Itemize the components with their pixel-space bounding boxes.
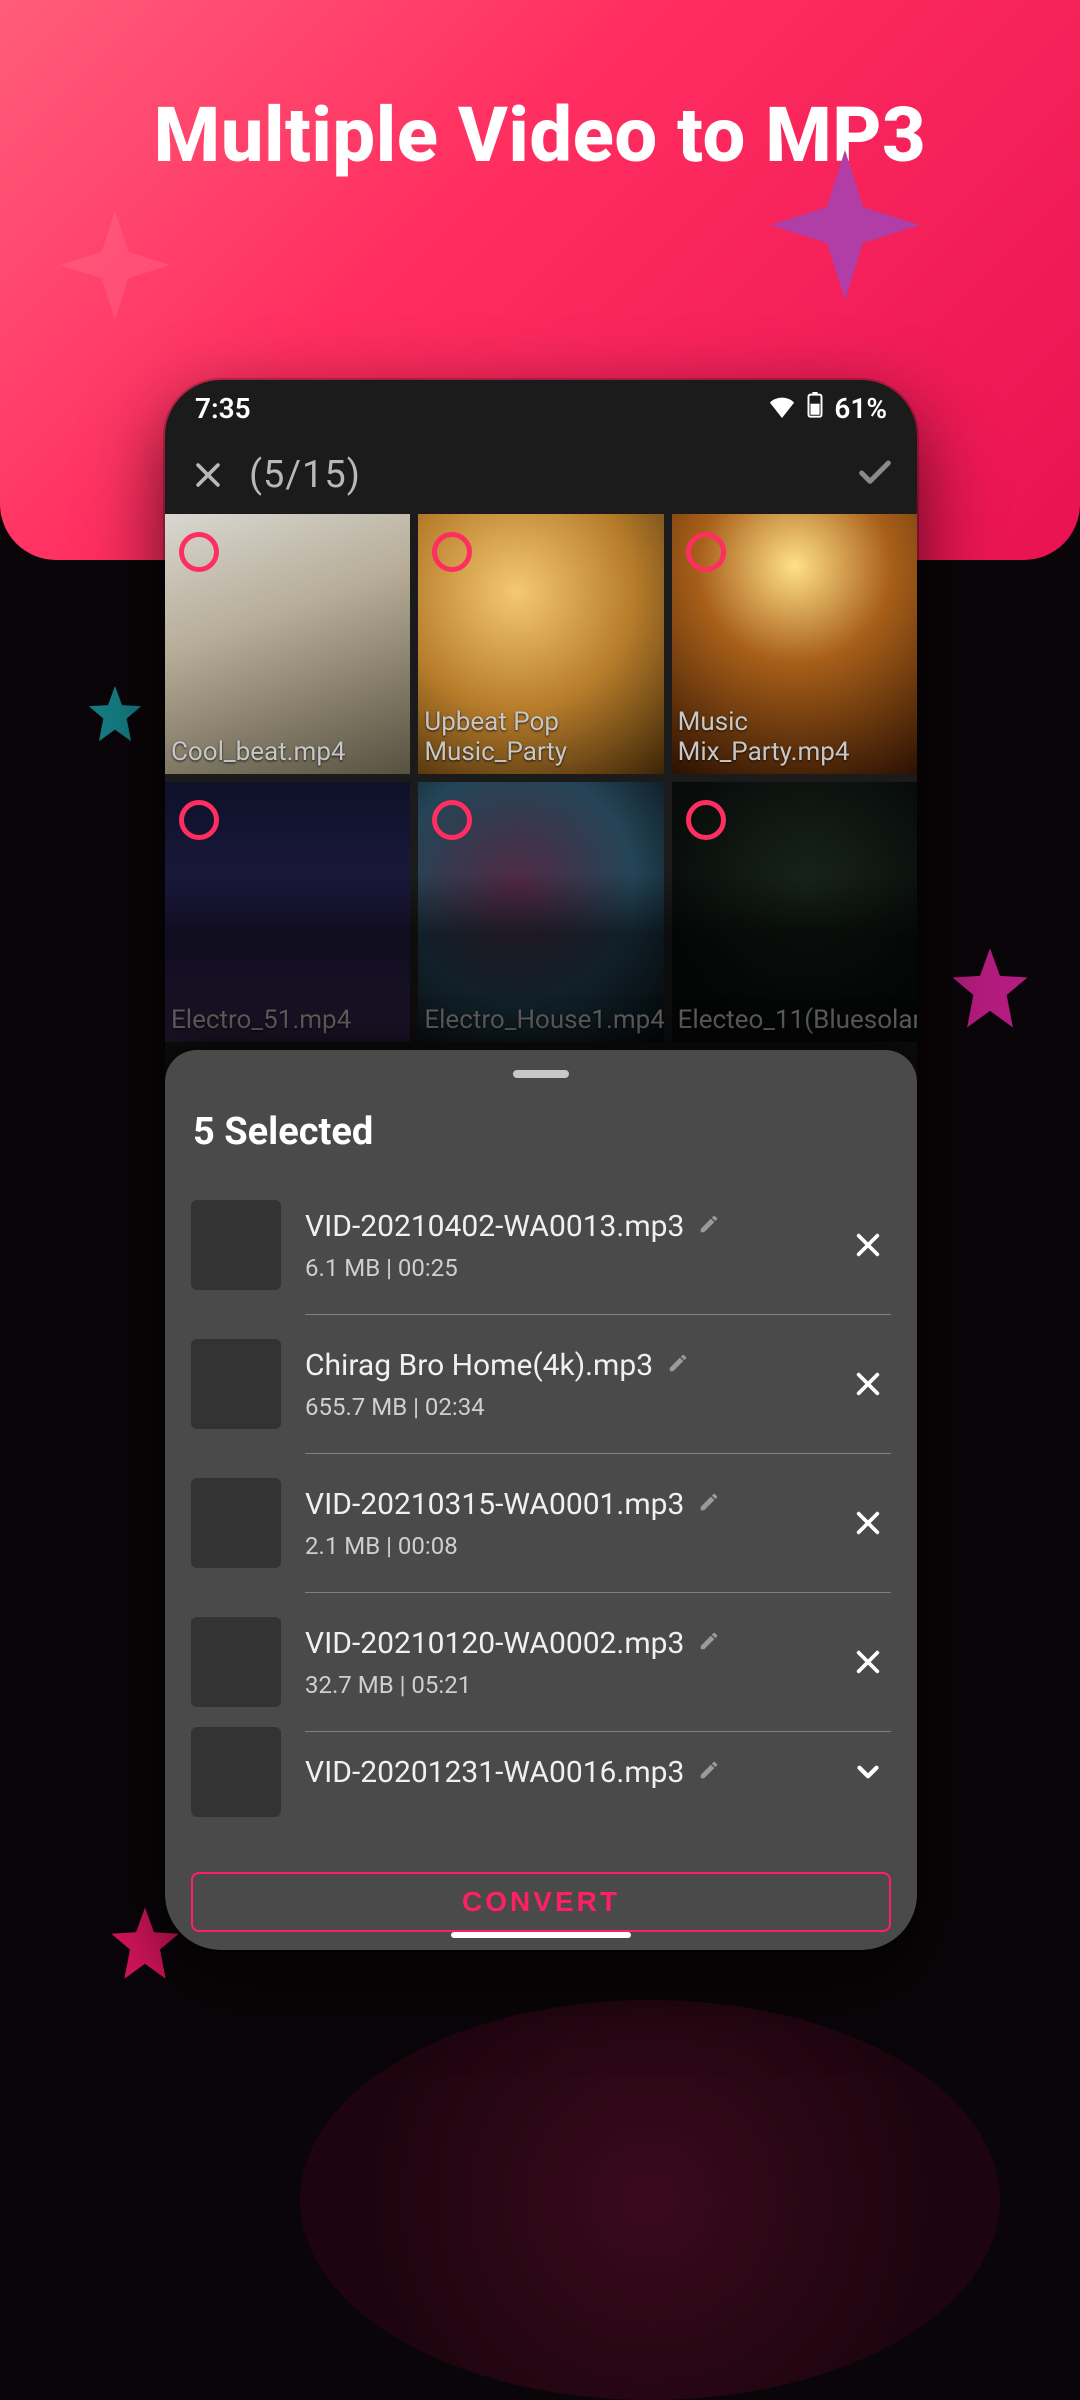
chevron-down-icon[interactable] [845,1749,891,1795]
list-item: VID-20210315-WA0001.mp3 2.1 MB | 00:08 [191,1454,891,1592]
video-label: Electeo_11(Bluesolar).mp4 [678,1006,911,1036]
edit-icon[interactable] [698,1630,720,1656]
list-item: Chirag Bro Home(4k).mp3 655.7 MB | 02:34 [191,1315,891,1453]
file-meta: 655.7 MB | 02:34 [305,1393,821,1421]
convert-button[interactable]: CONVERT [191,1872,891,1932]
file-name: VID-20201231-WA0016.mp3 [305,1755,684,1790]
home-indicator [451,1932,631,1938]
selected-sheet: 5 Selected VID-20210402-WA0013.mp3 6.1 M… [165,1050,917,1950]
selected-list: VID-20210402-WA0013.mp3 6.1 MB | 00:25 C… [191,1176,891,1864]
video-label: Cool_beat.mp4 [171,738,404,768]
select-ring-icon [179,800,219,840]
sparkle-icon [770,150,920,300]
remove-icon[interactable] [845,1500,891,1546]
file-name: VID-20210315-WA0001.mp3 [305,1487,684,1522]
selection-topbar: (5/15) [165,436,917,514]
list-item: VID-20210402-WA0013.mp3 6.1 MB | 00:25 [191,1176,891,1314]
status-bar: 7:35 61% [165,380,917,436]
thumbnail [191,1339,281,1429]
select-all-icon[interactable] [855,453,895,497]
sparkle-icon [60,210,170,320]
video-label: Music Mix_Party.mp4 [678,708,911,768]
video-label: Electro_House1.mp4 [424,1006,657,1036]
thumbnail [191,1200,281,1290]
file-name: VID-20210402-WA0013.mp3 [305,1209,684,1244]
video-cell[interactable]: Upbeat Pop Music_Party [418,514,663,774]
file-meta: 32.7 MB | 05:21 [305,1671,821,1699]
select-ring-icon [179,532,219,572]
video-cell[interactable]: Cool_beat.mp4 [165,514,410,774]
file-name: Chirag Bro Home(4k).mp3 [305,1348,653,1383]
video-cell[interactable]: Electro_House1.mp4 [418,782,663,1042]
video-label: Upbeat Pop Music_Party [424,708,657,768]
thumbnail [191,1478,281,1568]
edit-icon[interactable] [698,1491,720,1517]
video-grid: Cool_beat.mp4 Upbeat Pop Music_Party Mus… [165,514,917,1042]
list-item: VID-20210120-WA0002.mp3 32.7 MB | 05:21 [191,1593,891,1731]
list-item: VID-20201231-WA0016.mp3 [191,1732,891,1812]
sheet-title: 5 Selected [193,1110,889,1154]
video-cell[interactable]: Music Mix_Party.mp4 [672,514,917,774]
remove-icon[interactable] [845,1222,891,1268]
glow-oval [300,2000,1000,2400]
drag-handle[interactable] [513,1070,569,1078]
phone-frame: 7:35 61% (5/15) Cool_beat.mp4 [165,380,917,1950]
file-meta: 2.1 MB | 00:08 [305,1532,821,1560]
file-name: VID-20210120-WA0002.mp3 [305,1626,684,1661]
video-cell[interactable]: Electeo_11(Bluesolar).mp4 [672,782,917,1042]
wifi-icon [768,392,796,425]
selection-count: (5/15) [249,453,361,497]
remove-icon[interactable] [845,1639,891,1685]
star-icon [80,680,150,754]
remove-icon[interactable] [845,1361,891,1407]
thumbnail [191,1617,281,1707]
file-meta: 6.1 MB | 00:25 [305,1254,821,1282]
status-time: 7:35 [195,392,251,425]
close-icon[interactable] [187,454,229,496]
edit-icon[interactable] [698,1213,720,1239]
edit-icon[interactable] [667,1352,689,1378]
edit-icon[interactable] [698,1759,720,1785]
star-icon [940,940,1040,1044]
status-battery: 61% [834,392,887,425]
select-ring-icon [686,800,726,840]
battery-icon [806,392,824,425]
video-label: Electro_51.mp4 [171,1006,404,1036]
thumbnail [191,1727,281,1817]
video-cell[interactable]: Electro_51.mp4 [165,782,410,1042]
select-ring-icon [686,532,726,572]
